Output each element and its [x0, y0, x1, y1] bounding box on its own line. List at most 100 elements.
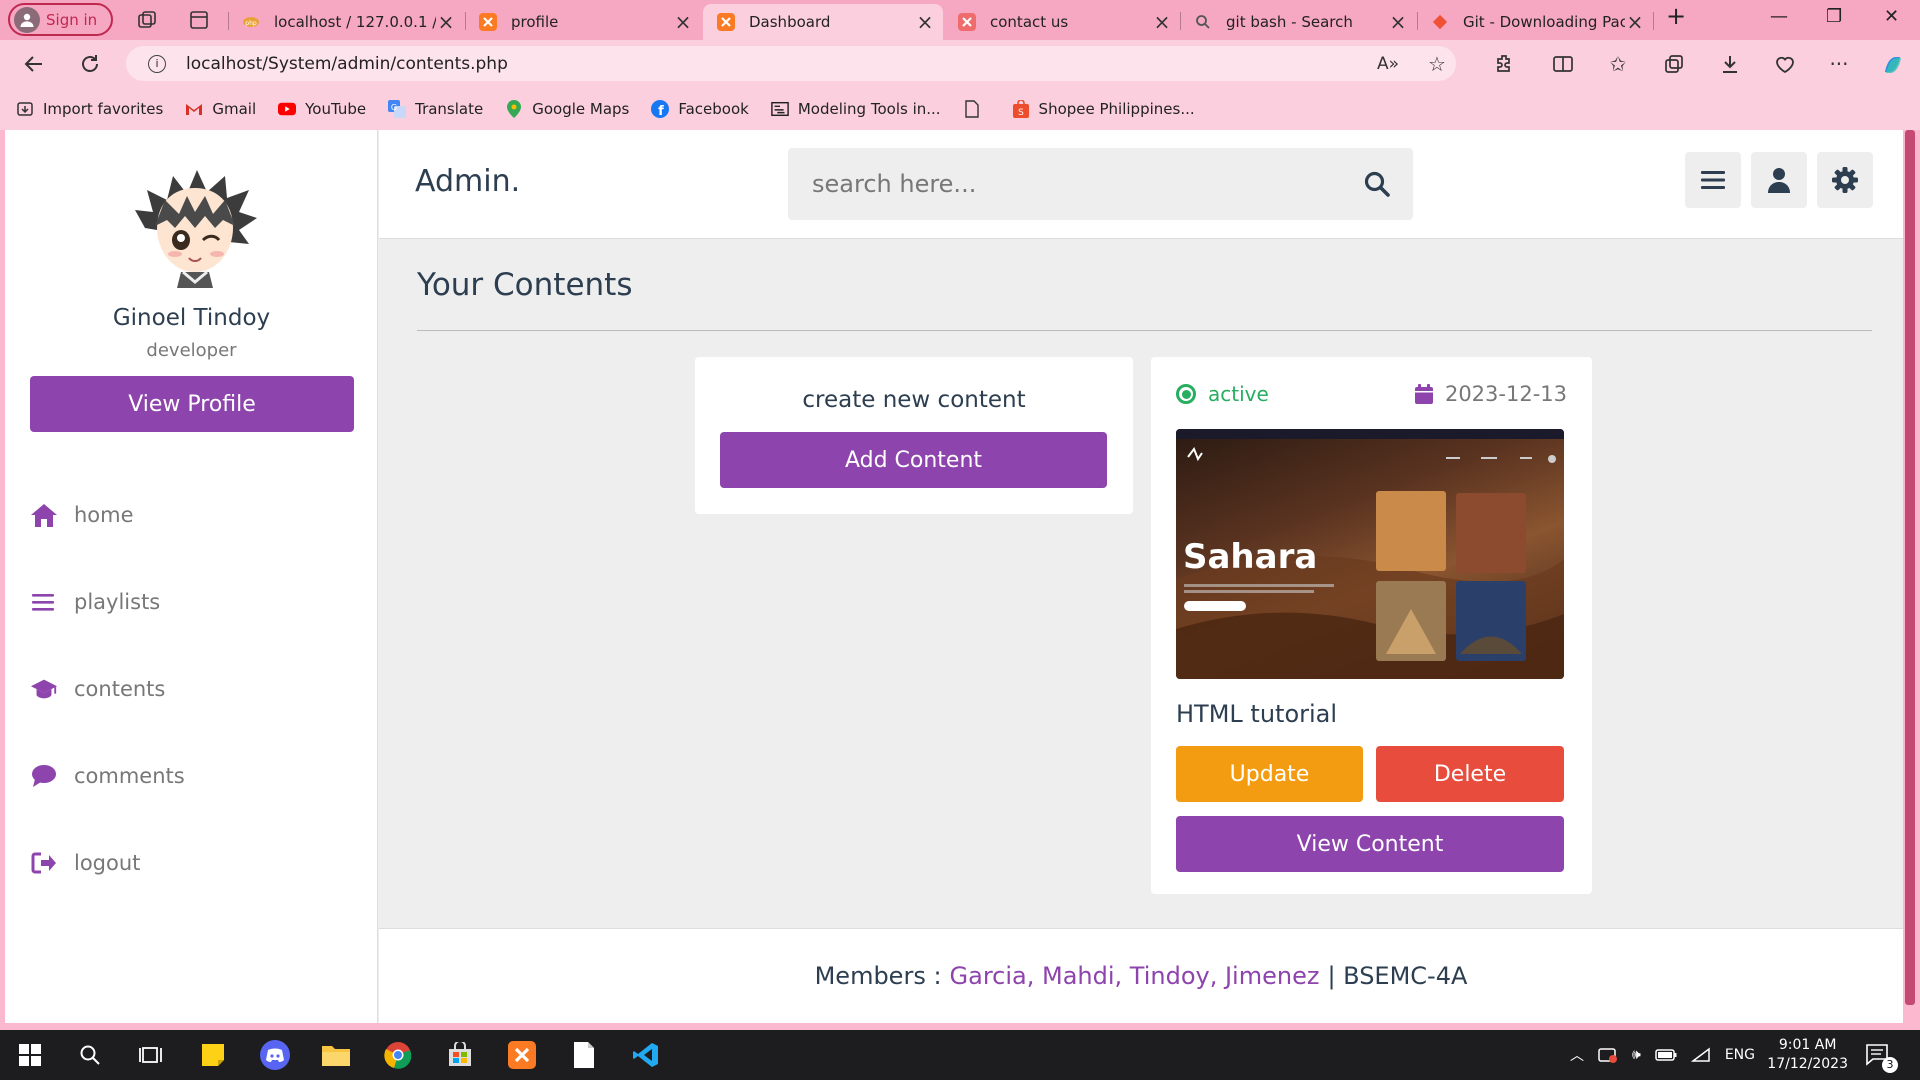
sidebar-item-home[interactable]: home: [30, 495, 134, 535]
copilot-icon[interactable]: [1880, 52, 1904, 76]
tab-title: contact us: [990, 13, 1069, 31]
tab-git-bash-search[interactable]: git bash - Search ×: [1180, 4, 1416, 40]
view-profile-button[interactable]: View Profile: [30, 376, 354, 432]
language-indicator[interactable]: ENG: [1725, 1047, 1755, 1063]
clock-time: 9:01 AM: [1778, 1037, 1837, 1053]
settings-button[interactable]: [1817, 152, 1873, 208]
sidebar-item-comments[interactable]: comments: [30, 756, 185, 796]
vscode-icon[interactable]: [630, 1039, 662, 1071]
favorite-google-maps[interactable]: Google Maps: [505, 99, 629, 118]
favorite-import[interactable]: Import favorites: [16, 100, 163, 118]
favorite-star-icon[interactable]: ☆: [1425, 52, 1449, 76]
search-icon[interactable]: [1363, 170, 1391, 198]
graduation-cap-icon: [30, 675, 58, 703]
favorite-page[interactable]: [963, 99, 990, 118]
favorite-youtube[interactable]: YouTube: [278, 100, 366, 118]
facebook-icon: f: [651, 99, 670, 118]
restore-icon[interactable]: ❐: [1826, 6, 1842, 27]
favorite-facebook[interactable]: f Facebook: [651, 99, 749, 118]
chrome-icon[interactable]: [382, 1039, 414, 1071]
sidebar-item-logout[interactable]: logout: [30, 843, 140, 883]
sidebar-item-playlists[interactable]: playlists: [30, 582, 160, 622]
clock-date: 17/12/2023: [1767, 1056, 1848, 1072]
more-menu-icon[interactable]: ···: [1827, 52, 1851, 76]
site-logo[interactable]: Admin.: [415, 164, 520, 199]
user-button[interactable]: [1751, 152, 1807, 208]
search-icon: [1194, 13, 1212, 31]
content-thumbnail[interactable]: Sahara: [1176, 429, 1564, 679]
scrollbar-thumb[interactable]: [1905, 130, 1915, 1005]
tab-title: Git - Downloading Pack: [1463, 13, 1625, 31]
site-info-icon[interactable]: i: [148, 54, 166, 73]
back-icon[interactable]: [22, 52, 46, 76]
refresh-icon[interactable]: [78, 52, 102, 76]
update-button[interactable]: Update: [1176, 746, 1363, 802]
sticky-notes-icon[interactable]: [197, 1039, 229, 1071]
notifications-icon[interactable]: 3: [1862, 1039, 1898, 1073]
close-tab-icon[interactable]: ×: [1388, 10, 1408, 34]
tab-title: git bash - Search: [1226, 13, 1353, 31]
favorite-translate[interactable]: G Translate: [388, 99, 483, 118]
search-icon[interactable]: [74, 1039, 106, 1071]
show-hidden-icons-icon[interactable]: ︿: [1570, 1045, 1584, 1065]
tab-dashboard[interactable]: Dashboard ×: [703, 4, 943, 40]
menu-button[interactable]: [1685, 152, 1741, 208]
sidebar-item-label: contents: [74, 677, 166, 701]
tab-actions-icon[interactable]: [188, 9, 210, 31]
favorite-gmail[interactable]: Gmail: [185, 100, 256, 118]
new-tab-icon[interactable]: +: [1666, 2, 1686, 30]
microsoft-store-icon[interactable]: [444, 1039, 476, 1071]
tab-phpmyadmin[interactable]: php localhost / 127.0.0.1 / cc ×: [228, 4, 464, 40]
sidebar-item-label: comments: [74, 764, 185, 788]
sidebar-item-label: playlists: [74, 590, 161, 614]
add-content-button[interactable]: Add Content: [720, 432, 1107, 488]
sidebar: Ginoel Tindoy developer View Profile hom…: [5, 130, 378, 1023]
collections-icon[interactable]: [1662, 52, 1686, 76]
task-view-icon[interactable]: [135, 1039, 167, 1071]
status-badge: active: [1176, 382, 1269, 406]
close-tab-icon[interactable]: ×: [1625, 10, 1645, 34]
close-tab-icon[interactable]: ×: [436, 10, 456, 34]
sidebar-item-contents[interactable]: contents: [30, 669, 165, 709]
close-window-icon[interactable]: ✕: [1884, 6, 1899, 27]
gmail-icon: [185, 100, 203, 118]
close-tab-icon[interactable]: ×: [915, 10, 935, 34]
downloads-icon[interactable]: [1718, 52, 1742, 76]
delete-button[interactable]: Delete: [1376, 746, 1564, 802]
file-explorer-icon[interactable]: [320, 1039, 352, 1071]
date-label: 2023-12-13: [1444, 382, 1567, 406]
notepad-icon[interactable]: [568, 1039, 600, 1071]
battery-icon[interactable]: [1655, 1049, 1677, 1061]
volume-icon[interactable]: 🕪: [1632, 1047, 1641, 1063]
tab-bar: Sign in php localhost / 127.0.0.1 / cc ×…: [0, 0, 1920, 40]
address-bar[interactable]: i localhost/System/admin/contents.php: [126, 46, 1456, 81]
workspaces-icon[interactable]: [136, 9, 158, 31]
page-icon: [963, 99, 981, 118]
view-content-button[interactable]: View Content: [1176, 816, 1564, 872]
security-icon[interactable]: [1598, 1046, 1618, 1064]
comment-icon: [30, 762, 58, 790]
tab-contact-us[interactable]: contact us ×: [944, 4, 1180, 40]
favorites-icon[interactable]: ✩: [1606, 52, 1630, 76]
read-aloud-icon[interactable]: A»: [1376, 52, 1400, 76]
tab-git-downloading[interactable]: Git - Downloading Pack ×: [1417, 4, 1653, 40]
search-input[interactable]: search here...: [788, 148, 1413, 220]
favorite-modeling-tools[interactable]: Modeling Tools in...: [771, 100, 941, 118]
split-screen-icon[interactable]: [1551, 52, 1575, 76]
minimize-icon[interactable]: —: [1770, 6, 1788, 27]
windows-start-icon[interactable]: [14, 1039, 46, 1071]
tab-profile[interactable]: profile ×: [465, 4, 701, 40]
gear-icon: [1832, 167, 1858, 193]
wifi-icon[interactable]: [1690, 1047, 1711, 1063]
discord-icon[interactable]: [259, 1039, 291, 1071]
sign-in-button[interactable]: Sign in: [8, 3, 113, 36]
close-tab-icon[interactable]: ×: [673, 10, 693, 34]
clock[interactable]: 9:01 AM 17/12/2023: [1767, 1036, 1848, 1074]
performance-icon[interactable]: [1773, 52, 1797, 76]
content-date: 2023-12-13: [1414, 382, 1567, 406]
tab-title: Dashboard: [749, 13, 831, 31]
favorite-shopee[interactable]: S Shopee Philippines...: [1012, 99, 1195, 118]
extensions-icon[interactable]: [1493, 52, 1517, 76]
close-tab-icon[interactable]: ×: [1152, 10, 1172, 34]
xampp-icon[interactable]: [506, 1039, 538, 1071]
